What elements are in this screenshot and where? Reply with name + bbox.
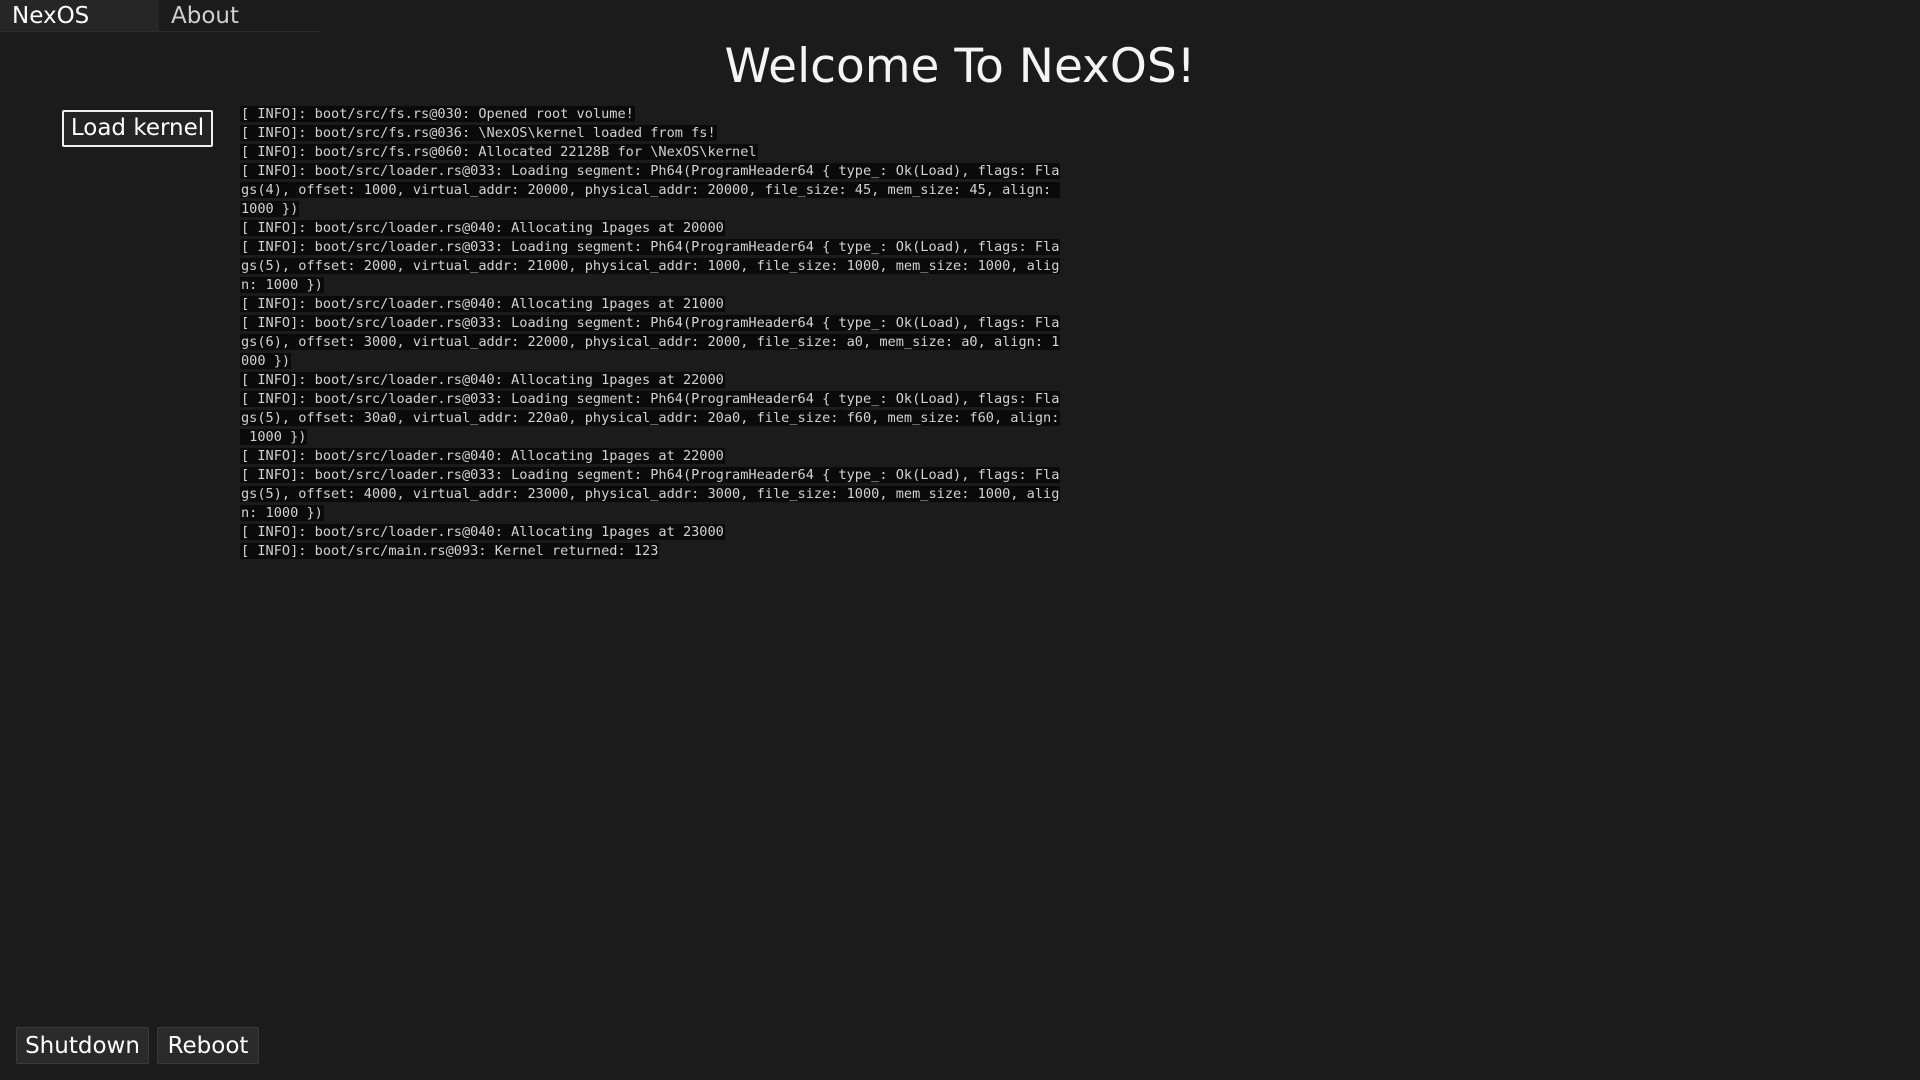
log-line: n: 1000 }) [240,276,1040,295]
log-line-text: 1000 }) [240,429,308,445]
log-line: [ INFO]: boot/src/loader.rs@040: Allocat… [240,447,1040,466]
page-title: Welcome To NexOS! [724,39,1196,94]
log-line-text: n: 1000 }) [240,505,324,521]
log-line: [ INFO]: boot/src/loader.rs@033: Loading… [240,238,1061,257]
log-line: gs(5), offset: 4000, virtual_addr: 23000… [240,485,1061,504]
log-line: [ INFO]: boot/src/loader.rs@033: Loading… [240,390,1061,409]
reboot-button[interactable]: Reboot [157,1027,259,1064]
log-line-text: [ INFO]: boot/src/loader.rs@040: Allocat… [240,448,725,464]
log-line: [ INFO]: boot/src/main.rs@093: Kernel re… [240,542,1040,561]
log-line-text: [ INFO]: boot/src/loader.rs@033: Loading… [240,239,1061,255]
shutdown-button[interactable]: Shutdown [16,1027,149,1064]
log-line-text: 1000 }) [240,201,300,217]
log-line: [ INFO]: boot/src/loader.rs@033: Loading… [240,162,1061,181]
log-line: gs(5), offset: 2000, virtual_addr: 21000… [240,257,1061,276]
log-line: 000 }) [240,352,1040,371]
log-line: [ INFO]: boot/src/fs.rs@030: Opened root… [240,105,1040,124]
log-line-text: [ INFO]: boot/src/loader.rs@033: Loading… [240,315,1061,331]
log-line: 1000 }) [240,428,1040,447]
log-line: [ INFO]: boot/src/fs.rs@036: \NexOS\kern… [240,124,1040,143]
log-line-text: [ INFO]: boot/src/loader.rs@040: Allocat… [240,296,725,312]
boot-log-console: [ INFO]: boot/src/fs.rs@030: Opened root… [240,105,1061,561]
load-kernel-button[interactable]: Load kernel [62,110,213,147]
tab-nexos[interactable]: NexOS [0,0,159,31]
tab-bar: NexOS About [0,0,320,32]
log-line: gs(4), offset: 1000, virtual_addr: 20000… [240,181,1061,200]
log-line-text: [ INFO]: boot/src/loader.rs@040: Allocat… [240,220,725,236]
log-line-text: gs(5), offset: 2000, virtual_addr: 21000… [240,258,1061,274]
log-line: [ INFO]: boot/src/loader.rs@040: Allocat… [240,219,1040,238]
log-line: gs(5), offset: 30a0, virtual_addr: 220a0… [240,409,1061,428]
log-line-text: [ INFO]: boot/src/loader.rs@040: Allocat… [240,372,725,388]
log-line: [ INFO]: boot/src/fs.rs@060: Allocated 2… [240,143,1040,162]
log-line-text: gs(5), offset: 4000, virtual_addr: 23000… [240,486,1061,502]
log-line-text: [ INFO]: boot/src/loader.rs@040: Allocat… [240,524,725,540]
log-line-text: [ INFO]: boot/src/loader.rs@033: Loading… [240,467,1061,483]
log-line-text: [ INFO]: boot/src/loader.rs@033: Loading… [240,163,1061,179]
log-line-text: [ INFO]: boot/src/fs.rs@060: Allocated 2… [240,144,758,160]
log-line-text: [ INFO]: boot/src/fs.rs@030: Opened root… [240,106,635,122]
log-line: [ INFO]: boot/src/loader.rs@033: Loading… [240,314,1061,333]
log-line: [ INFO]: boot/src/loader.rs@040: Allocat… [240,295,1040,314]
log-line: 1000 }) [240,200,1040,219]
log-line-text: [ INFO]: boot/src/main.rs@093: Kernel re… [240,543,660,559]
log-line-text: [ INFO]: boot/src/loader.rs@033: Loading… [240,391,1061,407]
log-line: [ INFO]: boot/src/loader.rs@040: Allocat… [240,523,1040,542]
log-line: gs(6), offset: 3000, virtual_addr: 22000… [240,333,1061,352]
nexos-window: NexOS About Welcome To NexOS! Load kerne… [0,0,1920,1080]
log-line: [ INFO]: boot/src/loader.rs@033: Loading… [240,466,1061,485]
log-line: n: 1000 }) [240,504,1040,523]
log-line: [ INFO]: boot/src/loader.rs@040: Allocat… [240,371,1040,390]
log-line-text: gs(5), offset: 30a0, virtual_addr: 220a0… [240,410,1061,426]
tab-about[interactable]: About [159,0,320,31]
log-line-text: 000 }) [240,353,292,369]
log-line-text: n: 1000 }) [240,277,324,293]
log-line-text: gs(4), offset: 1000, virtual_addr: 20000… [240,182,1061,198]
log-line-text: gs(6), offset: 3000, virtual_addr: 22000… [240,334,1061,350]
log-line-text: [ INFO]: boot/src/fs.rs@036: \NexOS\kern… [240,125,717,141]
